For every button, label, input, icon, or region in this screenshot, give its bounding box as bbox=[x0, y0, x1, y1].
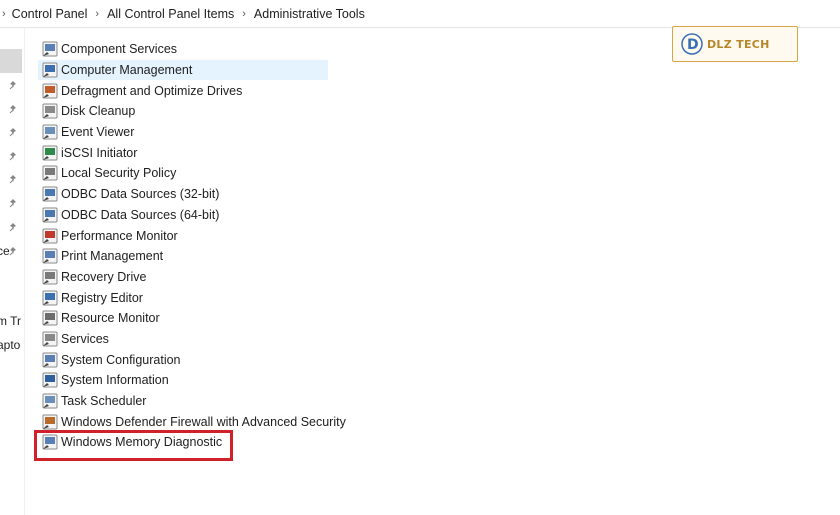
odbc-icon bbox=[42, 186, 58, 202]
breadcrumb-administrative-tools[interactable]: Administrative Tools bbox=[252, 7, 367, 21]
list-item[interactable]: Disk Cleanup bbox=[38, 101, 328, 122]
list-item[interactable]: Print Management bbox=[38, 246, 328, 267]
list-item[interactable]: Component Services bbox=[38, 39, 328, 60]
list-item[interactable]: Recovery Drive bbox=[38, 267, 328, 288]
list-item[interactable]: Local Security Policy bbox=[38, 163, 328, 184]
logo-text: DLZ TECH bbox=[707, 37, 770, 51]
firewall-icon bbox=[42, 414, 58, 430]
nav-item-partial[interactable]: m Tr bbox=[0, 314, 21, 328]
pin-icon[interactable] bbox=[8, 104, 18, 114]
pin-icon[interactable] bbox=[8, 246, 18, 256]
list-item[interactable]: Computer Management bbox=[38, 59, 328, 81]
list-item[interactable]: Event Viewer bbox=[38, 122, 328, 143]
list-item-label: Print Management bbox=[61, 249, 164, 264]
list-item[interactable]: Registry Editor bbox=[38, 287, 328, 308]
list-item-label: System Information bbox=[61, 373, 169, 388]
navigation-pane[interactable]: ce m Tr apto bbox=[0, 28, 25, 515]
services-icon bbox=[42, 331, 58, 347]
performance-monitor-icon bbox=[42, 228, 58, 244]
list-item-label: Resource Monitor bbox=[61, 311, 160, 326]
list-item-label: Component Services bbox=[61, 42, 178, 57]
list-item-label: Windows Defender Firewall with Advanced … bbox=[61, 414, 346, 429]
administrative-tools-list: Component Services Computer Management Def… bbox=[38, 39, 346, 453]
list-item-label: Recovery Drive bbox=[61, 269, 147, 284]
recovery-drive-icon bbox=[42, 269, 58, 285]
pin-icon[interactable] bbox=[8, 127, 18, 137]
list-item[interactable]: Windows Defender Firewall with Advanced … bbox=[38, 411, 346, 432]
pin-icon[interactable] bbox=[8, 222, 18, 232]
computer-management-icon bbox=[42, 62, 58, 78]
address-bar[interactable]: › Control Panel › All Control Panel Item… bbox=[0, 0, 840, 28]
disk-cleanup-icon bbox=[42, 103, 58, 119]
list-item-label: Event Viewer bbox=[61, 125, 135, 140]
system-configuration-icon bbox=[42, 352, 58, 368]
nav-item-partial[interactable]: apto bbox=[0, 338, 20, 352]
list-item[interactable]: System Configuration bbox=[38, 349, 328, 370]
pin-icon[interactable] bbox=[8, 198, 18, 208]
dlz-tech-logo: D DLZ TECH bbox=[672, 26, 798, 62]
logo-mark-icon: D bbox=[681, 33, 703, 55]
list-item-label: System Configuration bbox=[61, 352, 181, 367]
registry-editor-icon bbox=[42, 290, 58, 306]
list-item-label: Registry Editor bbox=[61, 290, 143, 305]
pin-icon[interactable] bbox=[8, 151, 18, 161]
list-item[interactable]: Resource Monitor bbox=[38, 308, 328, 329]
list-item-label: Local Security Policy bbox=[61, 166, 177, 181]
list-item[interactable]: ODBC Data Sources (32-bit) bbox=[38, 184, 328, 205]
system-information-icon bbox=[42, 372, 58, 388]
resource-monitor-icon bbox=[42, 310, 58, 326]
chevron-right-icon: › bbox=[2, 7, 6, 20]
pin-icon[interactable] bbox=[8, 174, 18, 184]
list-item-label: ODBC Data Sources (64-bit) bbox=[61, 207, 220, 222]
list-item-label: ODBC Data Sources (32-bit) bbox=[61, 187, 220, 202]
breadcrumb-all-items[interactable]: All Control Panel Items bbox=[105, 7, 236, 21]
list-item[interactable]: iSCSI Initiator bbox=[38, 142, 328, 163]
list-item-label: Task Scheduler bbox=[61, 394, 147, 409]
odbc-icon bbox=[42, 207, 58, 223]
list-item-label: Services bbox=[61, 331, 109, 346]
task-scheduler-icon bbox=[42, 393, 58, 409]
list-item[interactable]: Performance Monitor bbox=[38, 225, 328, 246]
list-item[interactable]: ODBC Data Sources (64-bit) bbox=[38, 205, 328, 226]
highlight-box bbox=[34, 430, 233, 461]
list-item-label: Defragment and Optimize Drives bbox=[61, 83, 243, 98]
list-item-label: Computer Management bbox=[61, 63, 193, 78]
local-security-policy-icon bbox=[42, 165, 58, 181]
list-item-label: Performance Monitor bbox=[61, 228, 178, 243]
print-management-icon bbox=[42, 248, 58, 264]
chevron-right-icon[interactable]: › bbox=[242, 8, 246, 20]
list-item[interactable]: Defragment and Optimize Drives bbox=[38, 80, 328, 101]
iscsi-initiator-icon bbox=[42, 145, 58, 161]
svg-text:D: D bbox=[687, 37, 699, 53]
chevron-right-icon[interactable]: › bbox=[95, 8, 99, 20]
event-viewer-icon bbox=[42, 124, 58, 140]
pin-icon[interactable] bbox=[8, 80, 18, 90]
list-item[interactable]: Task Scheduler bbox=[38, 391, 328, 412]
defragment-icon bbox=[42, 83, 58, 99]
nav-selected-item[interactable] bbox=[0, 49, 22, 73]
component-services-icon bbox=[42, 41, 58, 57]
list-item-label: iSCSI Initiator bbox=[61, 145, 138, 160]
list-item[interactable]: Services bbox=[38, 329, 328, 350]
list-item-label: Disk Cleanup bbox=[61, 104, 136, 119]
list-item[interactable]: System Information bbox=[38, 370, 328, 391]
breadcrumb-control-panel[interactable]: Control Panel bbox=[10, 7, 90, 21]
